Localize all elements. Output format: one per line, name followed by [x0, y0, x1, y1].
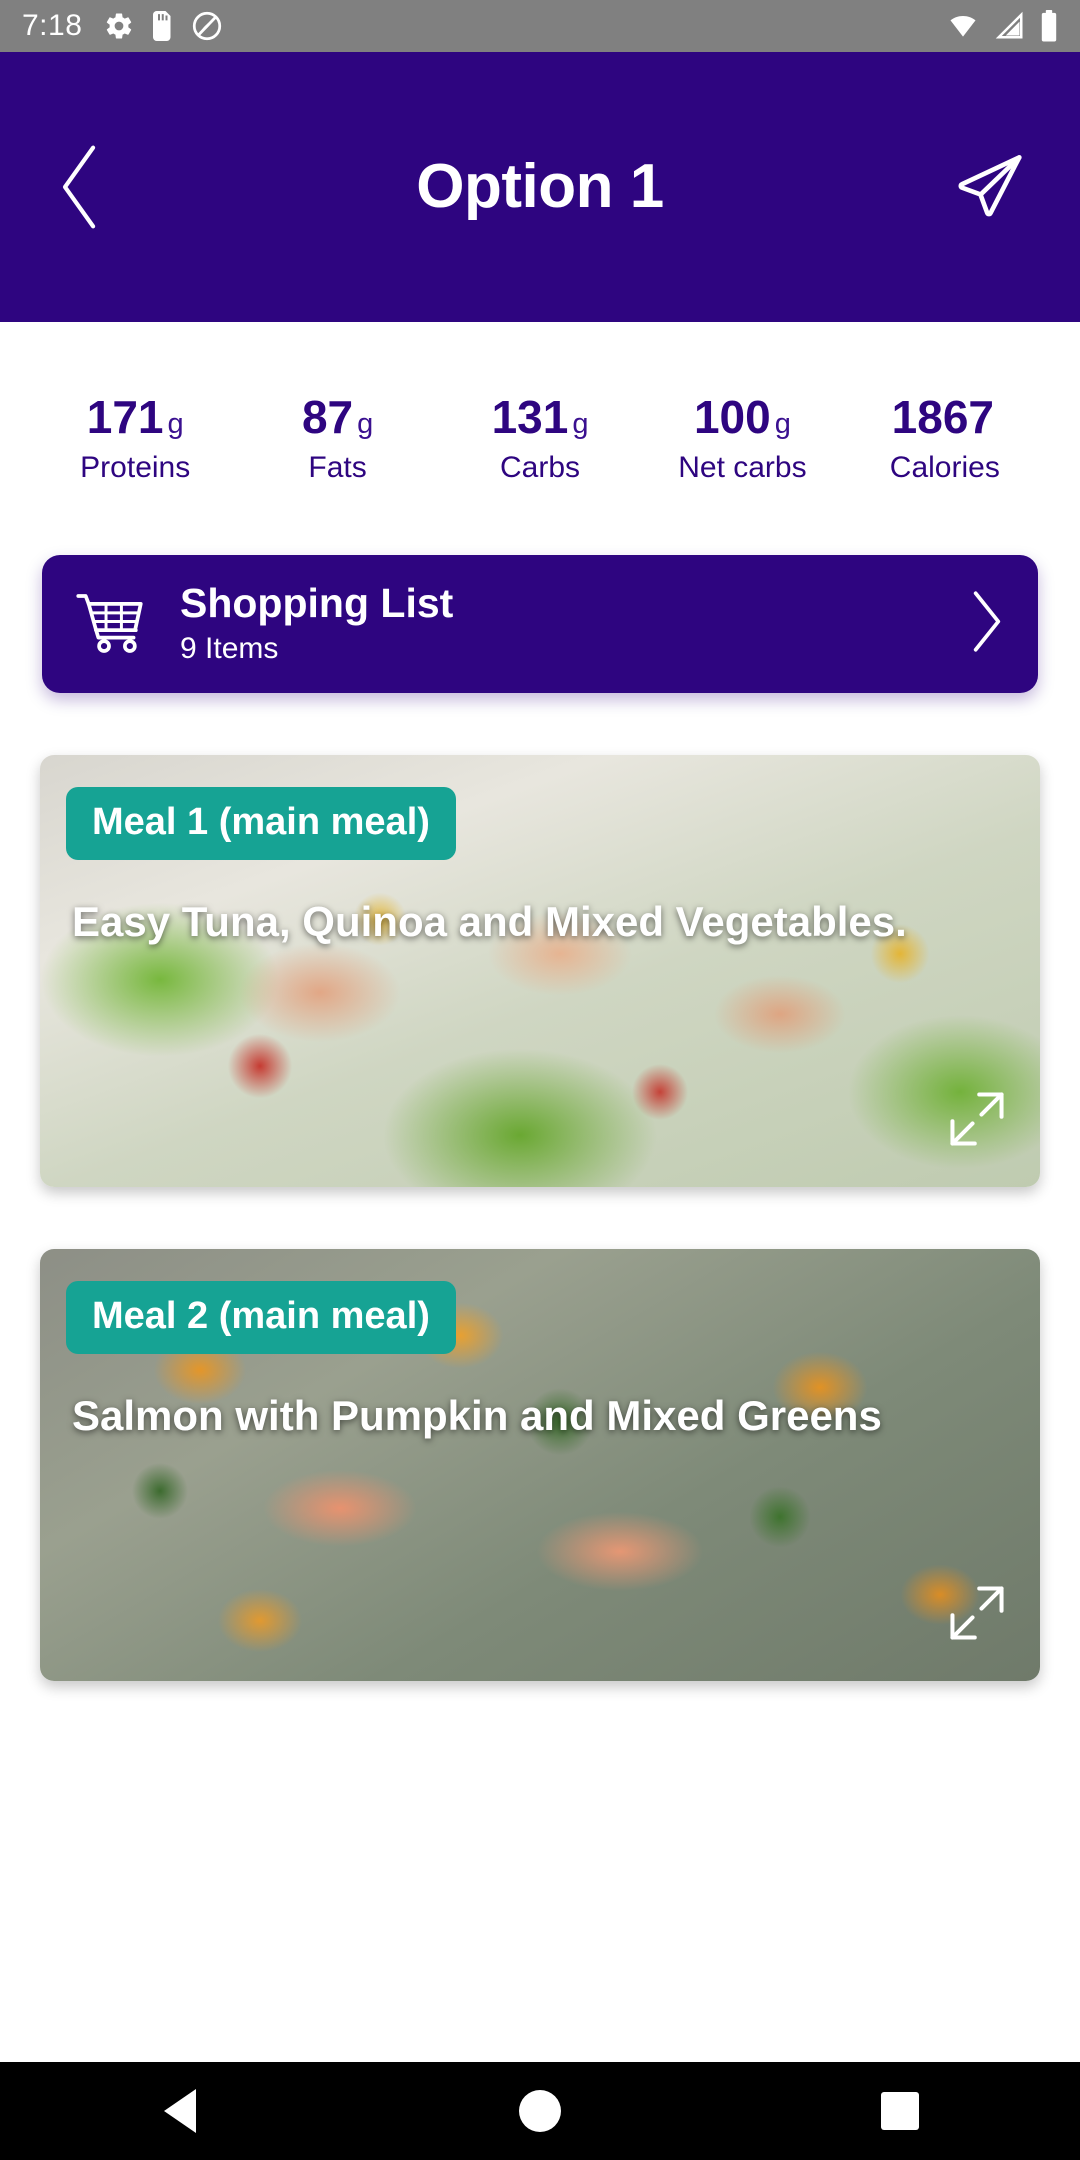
wifi-icon: [950, 16, 976, 37]
signal-icon: [995, 11, 1023, 39]
nav-home-circle-icon: [519, 2090, 561, 2132]
back-button[interactable]: [40, 142, 120, 232]
nutrition-item-carbs: 131 g Carbs: [439, 394, 641, 483]
meal-badge: Meal 1 (main meal): [66, 787, 456, 860]
meal-title: Easy Tuna, Quinoa and Mixed Vegetables.: [72, 898, 907, 945]
gear-icon: [107, 13, 132, 39]
nutrition-label: Carbs: [500, 451, 581, 484]
nutrition-value: 100: [693, 391, 771, 443]
nutrition-label: Fats: [308, 451, 367, 484]
nutrition-value: 131: [491, 391, 569, 443]
android-navigation-bar: [0, 2062, 1080, 2160]
status-bar-left-icons: [104, 11, 222, 41]
meal-card[interactable]: Meal 1 (main meal) Easy Tuna, Quinoa and…: [40, 755, 1040, 1187]
nutrition-summary: 171 g Proteins 87 g Fats 131 g Carbs 100 g N…: [0, 322, 1080, 483]
nutrition-value: 87: [301, 391, 354, 443]
main-content: 171 g Proteins 87 g Fats 131 g Carbs 100 g N…: [0, 322, 1080, 2062]
meal-title: Salmon with Pumpkin and Mixed Greens: [72, 1392, 882, 1439]
status-bar-clock: 7:18: [22, 9, 83, 42]
sd-card-icon: [153, 11, 171, 41]
battery-icon: [1041, 10, 1057, 42]
expand-icon: [950, 1092, 1004, 1146]
expand-icon: [950, 1586, 1004, 1640]
meal-expand-button[interactable]: [948, 1584, 1006, 1647]
nutrition-item-calories: 1867 Calories: [844, 394, 1046, 483]
nutrition-value: 171: [86, 391, 164, 443]
nav-back-triangle-icon: [164, 2089, 196, 2133]
nutrition-label: Calories: [889, 451, 1000, 484]
shopping-list-title: Shopping List: [180, 580, 454, 627]
shopping-list-card[interactable]: Shopping List 9 Items: [42, 555, 1038, 693]
nutrition-item-fats: 87 g Fats: [236, 394, 438, 483]
nutrition-unit: g: [167, 408, 184, 440]
app-header: Option 1: [0, 52, 1080, 322]
page-title: Option 1: [416, 152, 664, 221]
nutrition-unit: g: [774, 408, 791, 440]
shopping-list-chevron[interactable]: [970, 590, 1004, 659]
nutrition-label: Proteins: [80, 451, 191, 484]
nav-back-button[interactable]: [105, 2062, 255, 2160]
nav-recents-square-icon: [881, 2092, 919, 2130]
location-off-icon: [193, 11, 222, 41]
shopping-list-count: 9 Items: [180, 631, 279, 665]
chevron-right-icon: [973, 591, 1001, 652]
chevron-left-icon: [62, 145, 96, 229]
nutrition-unit: g: [572, 408, 589, 440]
send-plane-icon: [958, 155, 1022, 217]
status-bar-right-icons: [946, 10, 1058, 42]
shopping-list-text: Shopping List 9 Items: [180, 580, 454, 667]
nutrition-item-proteins: 171 g Proteins: [34, 394, 236, 483]
nutrition-item-net-carbs: 100 g Net carbs: [641, 394, 843, 483]
meal-expand-button[interactable]: [948, 1090, 1006, 1153]
meal-card[interactable]: Meal 2 (main meal) Salmon with Pumpkin a…: [40, 1249, 1040, 1681]
nav-home-button[interactable]: [465, 2062, 615, 2160]
share-button[interactable]: [950, 147, 1030, 227]
shopping-cart-icon: [72, 593, 150, 655]
meal-badge: Meal 2 (main meal): [66, 1281, 456, 1354]
nutrition-unit: g: [357, 408, 374, 440]
nav-recents-button[interactable]: [825, 2062, 975, 2160]
nutrition-label: Net carbs: [678, 451, 807, 484]
nutrition-value: 1867: [891, 391, 994, 443]
status-bar: 7:18: [0, 0, 1080, 52]
